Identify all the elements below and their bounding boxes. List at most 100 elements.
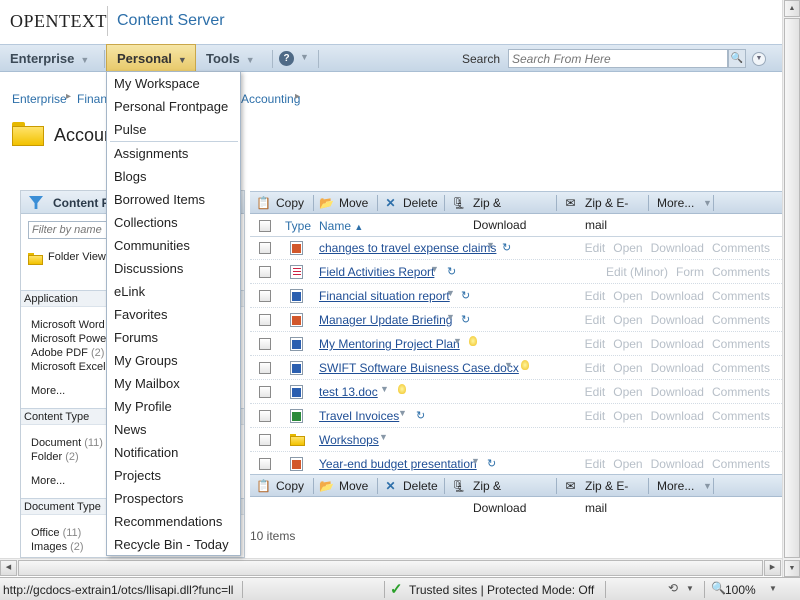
item-name-link[interactable]: Workshops: [319, 433, 379, 447]
zoom-icon[interactable]: 🔍: [711, 581, 726, 595]
row-action-download[interactable]: Download: [651, 457, 704, 471]
search-icon[interactable]: 🔍: [728, 49, 746, 68]
sync-icon[interactable]: ↻: [416, 409, 425, 422]
lightbulb-icon[interactable]: [521, 360, 529, 370]
menu-item-news[interactable]: News: [114, 422, 147, 437]
menu-item-elink[interactable]: eLink: [114, 284, 145, 299]
menu-item-collections[interactable]: Collections: [114, 215, 178, 230]
menu-item-projects[interactable]: Projects: [114, 468, 161, 483]
row-action-download[interactable]: Download: [651, 385, 704, 399]
row-action-download[interactable]: Download: [651, 361, 704, 375]
row-action-open[interactable]: Open: [613, 409, 642, 423]
zip-download-button[interactable]: 🗜 Zip & Download: [451, 475, 555, 515]
powerpoint-document-icon[interactable]: [290, 457, 303, 471]
row-checkbox[interactable]: [259, 314, 271, 326]
row-action-edit[interactable]: Edit: [585, 289, 606, 303]
functions-menu-chevron-icon[interactable]: ▼: [453, 336, 462, 346]
row-action-edit[interactable]: Edit: [585, 313, 606, 327]
facet-item[interactable]: Office (11): [31, 527, 81, 539]
word-document-icon[interactable]: [290, 361, 303, 375]
row-action-comments[interactable]: Comments: [712, 337, 770, 351]
row-action-comments[interactable]: Comments: [712, 457, 770, 471]
facet-item[interactable]: Images (2): [31, 541, 84, 553]
row-action-comments[interactable]: Comments: [712, 385, 770, 399]
row-checkbox[interactable]: [259, 386, 271, 398]
functions-menu-chevron-icon[interactable]: ▼: [486, 240, 495, 250]
row-action-edit-minor[interactable]: Edit (Minor): [606, 265, 668, 279]
menu-item-my-profile[interactable]: My Profile: [114, 399, 172, 414]
more-actions-button[interactable]: More... ▼: [657, 475, 717, 497]
facet-more-link[interactable]: More...: [31, 385, 65, 397]
copy-button[interactable]: 📋 Copy: [256, 475, 312, 497]
word-document-icon[interactable]: [290, 289, 303, 303]
row-action-download[interactable]: Download: [651, 409, 704, 423]
menu-item-borrowed-items[interactable]: Borrowed Items: [114, 192, 205, 207]
row-checkbox[interactable]: [259, 266, 271, 278]
menu-item-my-groups[interactable]: My Groups: [114, 353, 178, 368]
item-name-link[interactable]: test 13.doc: [319, 385, 378, 399]
select-all-checkbox[interactable]: [259, 220, 271, 232]
table-row[interactable]: test 13.doc ▼ Edit Open Download Comments: [250, 380, 782, 404]
security-zone[interactable]: Trusted sites | Protected Mode: Off: [409, 583, 594, 597]
table-row[interactable]: Field Activities Report ▼ ↻ Edit (Minor) For…: [250, 260, 782, 284]
more-actions-button[interactable]: More... ▼: [657, 192, 717, 214]
menu-item-personal-frontpage[interactable]: Personal Frontpage: [114, 99, 228, 114]
column-header-name[interactable]: Name ▲: [319, 216, 363, 236]
lightbulb-icon[interactable]: [469, 336, 477, 346]
protected-mode-icon[interactable]: ⟲: [668, 581, 678, 595]
delete-button[interactable]: ✕ Delete: [383, 192, 443, 214]
powerpoint-document-icon[interactable]: [290, 241, 303, 255]
row-checkbox[interactable]: [259, 338, 271, 350]
menu-item-discussions[interactable]: Discussions: [114, 261, 183, 276]
move-button[interactable]: 📂 Move: [319, 475, 375, 497]
sync-icon[interactable]: ↻: [487, 457, 496, 470]
menu-item-pulse[interactable]: Pulse: [114, 122, 147, 137]
zoom-level[interactable]: 100%: [725, 583, 756, 597]
nav-personal[interactable]: Personal ▼: [106, 44, 196, 72]
row-action-edit[interactable]: Edit: [585, 385, 606, 399]
zip-download-button[interactable]: 🗜 Zip & Download: [451, 192, 555, 232]
scroll-up-icon[interactable]: ▲: [784, 0, 800, 17]
menu-item-communities[interactable]: Communities: [114, 238, 190, 253]
menu-item-recommendations[interactable]: Recommendations: [114, 514, 222, 529]
zip-email-button[interactable]: ✉ Zip & E-mail: [563, 192, 647, 232]
vertical-scroll-thumb[interactable]: [784, 18, 800, 558]
table-row[interactable]: changes to travel expense claims ▼ ↻ Edit Op…: [250, 236, 782, 260]
row-action-edit[interactable]: Edit: [585, 241, 606, 255]
row-action-comments[interactable]: Comments: [712, 361, 770, 375]
word-document-icon[interactable]: [290, 337, 303, 351]
functions-menu-chevron-icon[interactable]: ▼: [430, 264, 439, 274]
chevron-down-icon[interactable]: ▼: [300, 52, 309, 62]
functions-menu-chevron-icon[interactable]: ▼: [504, 360, 513, 370]
row-checkbox[interactable]: [259, 410, 271, 422]
table-row[interactable]: Year-end budget presentation ▼ ↻ Edit Open Do…: [250, 452, 782, 476]
item-name-link[interactable]: Year-end budget presentation: [319, 457, 477, 471]
functions-menu-chevron-icon[interactable]: ▼: [471, 456, 480, 466]
functions-menu-chevron-icon[interactable]: ▼: [446, 288, 455, 298]
breadcrumb-accounting[interactable]: Accounting: [241, 92, 300, 106]
scroll-down-icon[interactable]: ▼: [784, 560, 800, 577]
facet-more-link[interactable]: More...: [31, 475, 65, 487]
menu-item-favorites[interactable]: Favorites: [114, 307, 167, 322]
table-row[interactable]: Workshops ▼: [250, 428, 782, 452]
sync-icon[interactable]: ↻: [461, 289, 470, 302]
row-action-download[interactable]: Download: [651, 313, 704, 327]
row-action-download[interactable]: Download: [651, 337, 704, 351]
item-name-link[interactable]: My Mentoring Project Plan: [319, 337, 460, 351]
row-action-edit[interactable]: Edit: [585, 409, 606, 423]
row-action-comments[interactable]: Comments: [712, 289, 770, 303]
row-action-edit[interactable]: Edit: [585, 337, 606, 351]
row-checkbox[interactable]: [259, 362, 271, 374]
copy-button[interactable]: 📋 Copy: [256, 192, 312, 214]
nav-enterprise[interactable]: Enterprise ▼: [0, 45, 100, 72]
facet-item[interactable]: Adobe PDF (2): [31, 347, 104, 359]
table-row[interactable]: Manager Update Briefing ▼ ↻ Edit Open Downloa…: [250, 308, 782, 332]
row-action-open[interactable]: Open: [613, 241, 642, 255]
row-action-open[interactable]: Open: [613, 457, 642, 471]
word-document-icon[interactable]: [290, 385, 303, 399]
menu-item-prospectors[interactable]: Prospectors: [114, 491, 183, 506]
row-checkbox[interactable]: [259, 290, 271, 302]
row-action-open[interactable]: Open: [613, 289, 642, 303]
folder-icon[interactable]: [290, 434, 305, 446]
row-action-comments[interactable]: Comments: [712, 313, 770, 327]
